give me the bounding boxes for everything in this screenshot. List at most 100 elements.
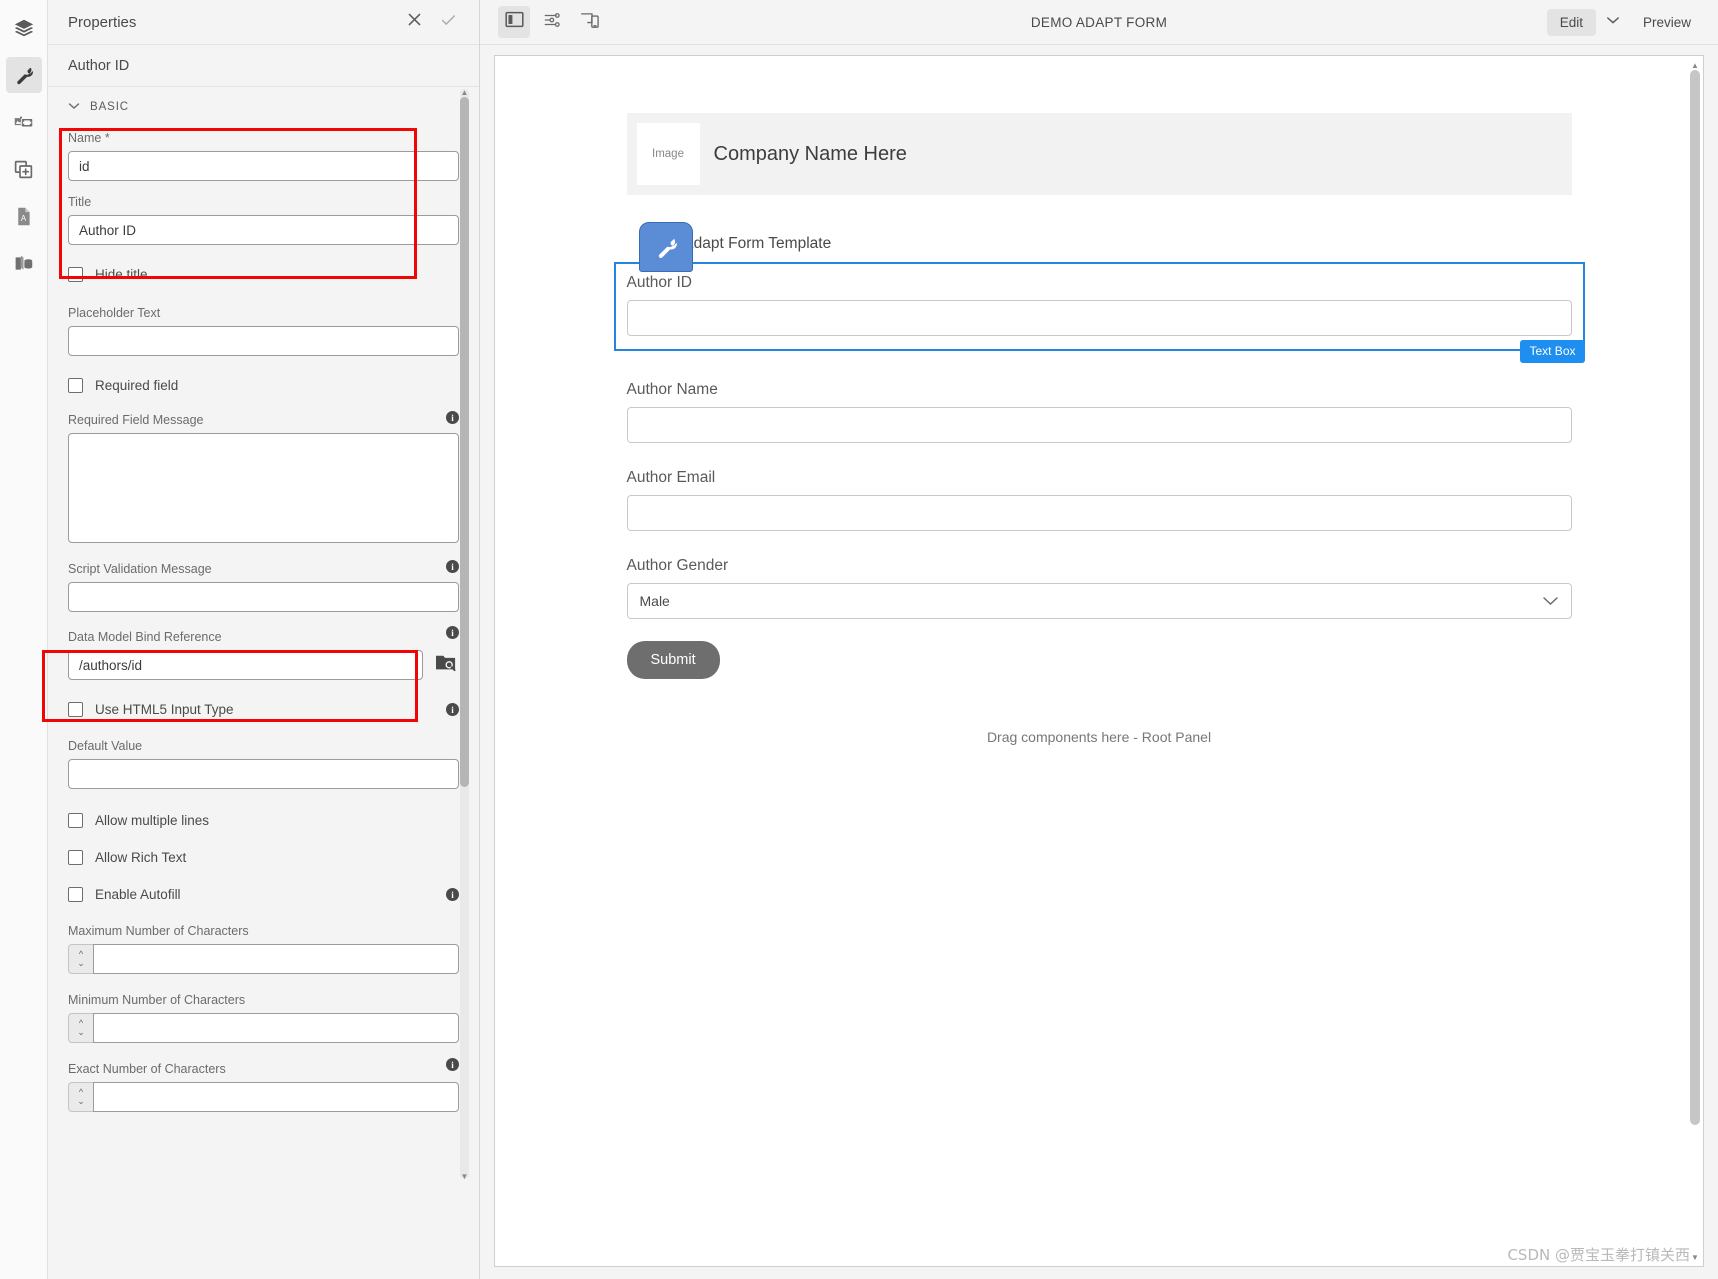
data-model-bind-reference-input[interactable]	[68, 650, 423, 680]
form-field-author-gender[interactable]: Author Gender Male	[626, 557, 1572, 619]
editor-topbar: DEMO ADAPT FORM Edit Preview	[480, 0, 1718, 45]
field-required-field-message: i Required Field Message	[48, 411, 479, 548]
rail-item-document[interactable]: A	[6, 198, 42, 234]
form-field-author-email-input[interactable]	[626, 495, 1572, 531]
title-input[interactable]	[68, 215, 459, 245]
form-canvas[interactable]: Image Company Name Here Demo Adapt Form …	[494, 55, 1704, 1267]
scroll-down-arrow-icon[interactable]: ▼	[460, 1172, 469, 1181]
field-default-value: Default Value	[48, 739, 479, 789]
script-validation-message-input[interactable]	[68, 582, 459, 612]
min-chars-input[interactable]	[93, 1013, 459, 1043]
responsive-device-button[interactable]	[574, 6, 606, 38]
mode-edit-button[interactable]: Edit	[1546, 8, 1596, 36]
form-field-author-name[interactable]: Author Name	[626, 381, 1572, 443]
form-field-author-id[interactable]: Author ID Text Box	[613, 262, 1585, 363]
rail-item-components[interactable]	[6, 151, 42, 187]
root-panel-drop-hint[interactable]: Drag components here - Root Panel	[627, 729, 1572, 745]
form-field-author-gender-value: Male	[639, 593, 670, 609]
exact-chars-stepper-buttons[interactable]: ^ ⌄	[68, 1082, 93, 1112]
required-field-message-textarea[interactable]	[68, 433, 459, 543]
confirm-properties-button[interactable]	[435, 9, 461, 35]
field-title: Title	[48, 195, 479, 245]
info-icon-use-html5-input-type[interactable]: i	[446, 703, 459, 716]
form-inner: Image Company Name Here Demo Adapt Form …	[613, 113, 1585, 745]
checkbox-box-required-field[interactable]	[68, 378, 83, 393]
company-logo-placeholder[interactable]: Image	[636, 123, 700, 185]
field-max-chars-label: Maximum Number of Characters	[68, 924, 249, 938]
check-icon	[439, 11, 457, 34]
preview-button[interactable]: Preview	[1630, 9, 1704, 36]
checkbox-box-allow-multiple-lines[interactable]	[68, 813, 83, 828]
edit-component-badge[interactable]	[638, 222, 693, 272]
scroll-up-arrow-icon[interactable]: ▲	[460, 88, 469, 97]
checkbox-box-allow-rich-text[interactable]	[68, 850, 83, 865]
mode-dropdown-button[interactable]	[1596, 8, 1630, 36]
chevron-down-icon[interactable]: ⌄	[77, 1097, 85, 1106]
form-field-author-email[interactable]: Author Email	[626, 469, 1572, 531]
chevron-down-icon[interactable]: ⌄	[77, 1028, 85, 1037]
form-field-author-gender-select[interactable]: Male	[626, 583, 1572, 619]
selected-component-name: Author ID	[48, 45, 479, 87]
checkbox-box-enable-autofill[interactable]	[68, 887, 83, 902]
max-chars-stepper-buttons[interactable]: ^ ⌄	[68, 944, 93, 974]
scroll-down-arrow-icon[interactable]: ▼	[1690, 1252, 1700, 1262]
rail-item-content-tree[interactable]	[6, 245, 42, 281]
form-field-author-name-input[interactable]	[626, 407, 1572, 443]
checkbox-box-use-html5-input-type[interactable]	[68, 702, 83, 717]
default-value-input[interactable]	[68, 759, 459, 789]
section-basic-header[interactable]: BASIC	[48, 87, 479, 125]
chevron-down-icon	[1542, 593, 1559, 609]
field-title-label: Title	[68, 195, 92, 209]
checkbox-hide-title[interactable]: Hide title	[48, 267, 479, 282]
field-min-chars: Minimum Number of Characters ^ ⌄	[48, 993, 479, 1043]
canvas-scrollbar-thumb[interactable]	[1690, 70, 1700, 1125]
close-properties-button[interactable]	[401, 9, 427, 35]
component-type-badge[interactable]: Text Box	[1520, 340, 1585, 363]
info-icon-exact-chars[interactable]: i	[446, 1058, 459, 1071]
placeholder-text-input[interactable]	[68, 326, 459, 356]
info-icon-enable-autofill[interactable]: i	[446, 888, 459, 901]
min-chars-stepper-buttons[interactable]: ^ ⌄	[68, 1013, 93, 1043]
field-placeholder-text: Placeholder Text	[48, 306, 479, 356]
rail-item-assets[interactable]	[6, 104, 42, 140]
info-icon-data-model-bind-reference[interactable]: i	[446, 626, 459, 639]
form-field-author-id-input[interactable]	[626, 300, 1572, 336]
min-chars-stepper: ^ ⌄	[68, 1013, 459, 1043]
info-icon-required-field-message[interactable]: i	[446, 411, 459, 424]
field-max-chars: Maximum Number of Characters ^ ⌄	[48, 924, 479, 974]
checkbox-allow-rich-text[interactable]: Allow Rich Text	[48, 850, 479, 865]
rail-item-properties[interactable]	[5, 57, 42, 93]
side-panel-icon	[504, 11, 524, 33]
properties-header: Properties	[48, 0, 479, 45]
checkbox-allow-multiple-lines[interactable]: Allow multiple lines	[48, 813, 479, 828]
field-data-model-bind-reference: i Data Model Bind Reference	[48, 626, 479, 680]
exact-chars-input[interactable]	[93, 1082, 459, 1112]
checkbox-use-html5-input-type[interactable]: Use HTML5 Input Type i	[48, 702, 479, 717]
toggle-side-panel-button[interactable]	[498, 6, 530, 38]
checkbox-required-field[interactable]: Required field	[48, 378, 479, 393]
properties-scrollbar[interactable]: ▲ ▼	[460, 88, 469, 1181]
chevron-down-icon[interactable]: ⌄	[77, 959, 85, 968]
properties-title: Properties	[68, 13, 137, 31]
canvas-scrollbar[interactable]: ▲ ▼	[1690, 60, 1700, 1262]
section-basic-label: BASIC	[90, 101, 130, 113]
field-exact-chars: i Exact Number of Characters ^ ⌄	[48, 1058, 479, 1112]
rail-item-layers[interactable]	[6, 10, 42, 46]
company-header[interactable]: Image Company Name Here	[626, 113, 1572, 195]
field-default-value-label: Default Value	[68, 739, 143, 753]
left-rail: A	[0, 0, 48, 1279]
properties-scrollbar-thumb[interactable]	[460, 97, 469, 787]
checkbox-label-enable-autofill: Enable Autofill	[95, 887, 181, 902]
field-min-chars-label: Minimum Number of Characters	[68, 993, 246, 1007]
checkbox-enable-autofill[interactable]: Enable Autofill i	[48, 887, 479, 902]
info-icon-script-validation-message[interactable]: i	[446, 560, 459, 573]
max-chars-input[interactable]	[93, 944, 459, 974]
name-input[interactable]	[68, 151, 459, 181]
emulator-settings-button[interactable]	[536, 6, 568, 38]
browse-data-model-button[interactable]	[433, 652, 459, 678]
checkbox-box-hide-title[interactable]	[68, 267, 83, 282]
checkbox-label-hide-title: Hide title	[95, 267, 148, 282]
submit-button[interactable]: Submit	[626, 641, 720, 679]
field-data-model-bind-reference-label: Data Model Bind Reference	[68, 630, 222, 644]
scroll-up-arrow-icon[interactable]: ▲	[1690, 60, 1700, 70]
